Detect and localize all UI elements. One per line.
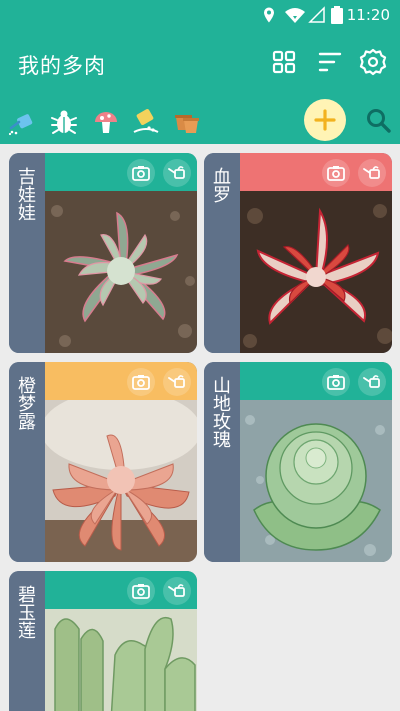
plant-card[interactable]: 血罗 xyxy=(204,153,392,353)
watering-can-icon xyxy=(168,375,185,388)
wifi-icon xyxy=(285,8,305,23)
mushroom-filter-icon[interactable] xyxy=(92,108,120,136)
signal-icon xyxy=(308,6,325,23)
plus-icon xyxy=(314,109,336,131)
add-plant-button[interactable] xyxy=(304,99,346,141)
plant-name: 碧玉莲 xyxy=(15,585,36,639)
camera-icon xyxy=(132,375,150,390)
plant-card[interactable]: 橙梦露 xyxy=(9,362,197,562)
page-title: 我的多肉 xyxy=(18,54,106,78)
plant-card-header xyxy=(45,571,197,609)
plant-card[interactable]: 山地玫瑰 xyxy=(204,362,392,562)
camera-icon xyxy=(327,375,345,390)
plant-name-column: 山地玫瑰 xyxy=(204,362,240,562)
watering-button[interactable] xyxy=(163,577,191,605)
plant-card[interactable]: 碧玉莲 xyxy=(9,571,197,711)
camera-icon xyxy=(132,584,150,599)
plant-card-header xyxy=(240,153,392,191)
plant-name: 橙梦露 xyxy=(15,376,36,430)
settings-gear-icon[interactable] xyxy=(359,48,387,76)
camera-button[interactable] xyxy=(322,159,350,187)
status-bar: 11:20 xyxy=(0,0,400,30)
repot-filter-icon[interactable] xyxy=(172,108,200,136)
plant-card-header xyxy=(45,362,197,400)
camera-button[interactable] xyxy=(127,159,155,187)
camera-icon xyxy=(327,166,345,181)
plant-name: 血罗 xyxy=(210,167,231,203)
plant-grid: 吉娃娃 血罗 橙梦露 山地玫瑰 碧玉莲 xyxy=(0,144,400,711)
location-icon xyxy=(264,7,274,23)
succulent-image xyxy=(240,400,392,562)
plant-name: 山地玫瑰 xyxy=(210,376,231,448)
watering-can-icon xyxy=(363,166,380,179)
plant-name-column: 血罗 xyxy=(204,153,240,353)
plant-name-column: 橙梦露 xyxy=(9,362,45,562)
plant-name-column: 吉娃娃 xyxy=(9,153,45,353)
watering-can-icon xyxy=(363,375,380,388)
camera-button[interactable] xyxy=(127,368,155,396)
watering-button[interactable] xyxy=(163,159,191,187)
plant-name: 吉娃娃 xyxy=(15,167,36,221)
plant-card-header xyxy=(240,362,392,400)
watering-button[interactable] xyxy=(358,368,386,396)
succulent-image xyxy=(45,400,197,562)
search-icon[interactable] xyxy=(364,107,392,135)
watering-can-icon xyxy=(168,166,185,179)
fertilizer-filter-icon[interactable] xyxy=(132,108,160,136)
succulent-image xyxy=(45,609,197,711)
watering-button[interactable] xyxy=(358,159,386,187)
plant-card-header xyxy=(45,153,197,191)
grid-view-icon[interactable] xyxy=(270,48,298,76)
camera-button[interactable] xyxy=(322,368,350,396)
plant-photo xyxy=(240,400,392,562)
plant-photo xyxy=(45,609,197,711)
watering-filter-icon[interactable] xyxy=(8,108,36,136)
bug-filter-icon[interactable] xyxy=(50,108,78,136)
succulent-image xyxy=(45,191,197,353)
battery-icon xyxy=(331,6,343,24)
camera-icon xyxy=(132,166,150,181)
clock: 11:20 xyxy=(346,6,390,24)
plant-photo xyxy=(240,191,392,353)
sort-icon[interactable] xyxy=(316,48,344,76)
plant-photo xyxy=(45,191,197,353)
plant-name-column: 碧玉莲 xyxy=(9,571,45,711)
watering-can-icon xyxy=(168,584,185,597)
plant-card[interactable]: 吉娃娃 xyxy=(9,153,197,353)
camera-button[interactable] xyxy=(127,577,155,605)
succulent-image xyxy=(240,191,392,353)
watering-button[interactable] xyxy=(163,368,191,396)
filter-toolbar xyxy=(0,98,400,144)
plant-photo xyxy=(45,400,197,562)
app-bar: 我的多肉 xyxy=(0,30,400,98)
